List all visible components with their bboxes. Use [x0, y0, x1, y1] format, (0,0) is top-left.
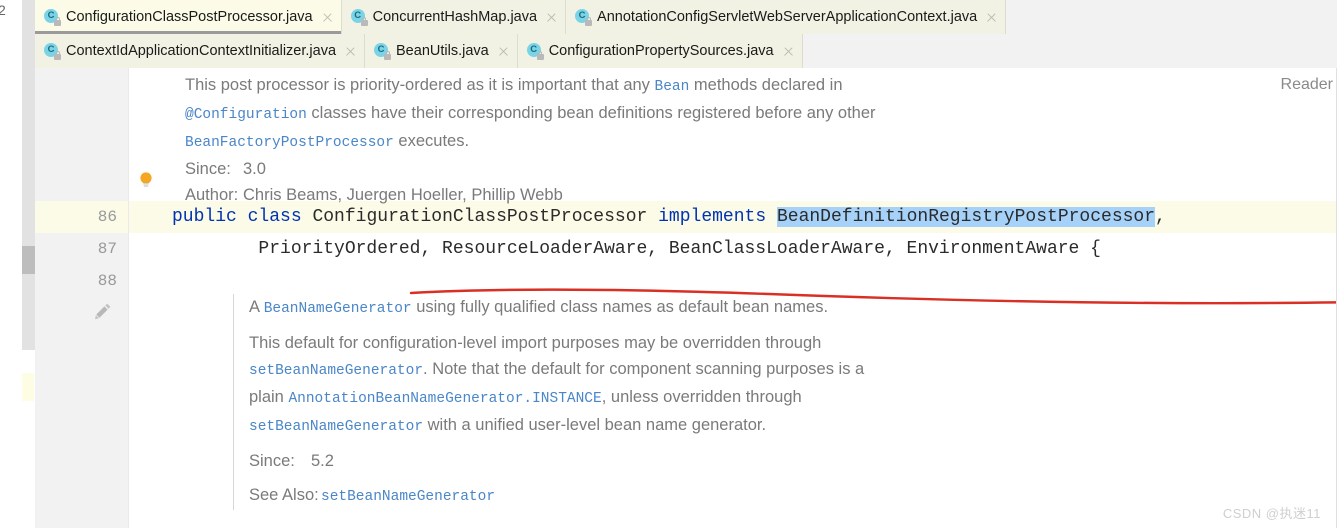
tab-label: ConfigurationClassPostProcessor.java	[66, 9, 313, 25]
lightbulb-icon[interactable]	[138, 171, 154, 189]
javadoc-summary-block: This post processor is priority-ordered …	[185, 72, 945, 208]
selected-identifier[interactable]: BeanDefinitionRegistryPostProcessor	[776, 207, 1156, 227]
javadoc-paragraph: This post processor is priority-ordered …	[185, 72, 945, 156]
line-number: 86	[97, 208, 117, 226]
javadoc-paragraph: A BeanNameGenerator using fully qualifie…	[249, 294, 869, 322]
see-also-link[interactable]: setBeanNameGenerator	[321, 489, 495, 505]
keyword-class: class	[247, 207, 302, 227]
javadoc-see-also-row: See Also: setBeanNameGenerator	[249, 482, 869, 510]
code-content-area[interactable]: This post processor is priority-ordered …	[129, 68, 1337, 528]
doc-code-link[interactable]: BeanFactoryPostProcessor	[185, 135, 394, 151]
tab-label: AnnotationConfigServletWebServerApplicat…	[597, 9, 978, 25]
tab-contextidapplicationcontextinitializer[interactable]: C ContextIdApplicationContextInitializer…	[35, 34, 366, 68]
since-label: Since:	[249, 452, 295, 470]
close-icon[interactable]	[545, 11, 558, 24]
doc-text: methods declared in	[689, 76, 843, 94]
tab-label: ConfigurationPropertySources.java	[548, 43, 774, 59]
doc-code-link[interactable]: setBeanNameGenerator	[249, 363, 423, 379]
doc-text: executes.	[393, 132, 470, 150]
java-class-icon: C	[44, 43, 61, 60]
doc-code: AnnotationBeanNameGenerator.INSTANCE	[288, 391, 602, 407]
close-icon[interactable]	[782, 45, 795, 58]
tab-concurrenthashmap[interactable]: C ConcurrentHashMap.java	[341, 0, 567, 34]
left-scrollbar-marker[interactable]	[22, 246, 35, 274]
editor-gutter[interactable]: 86 87 88	[35, 68, 129, 528]
doc-text: classes have their corresponding bean de…	[306, 104, 876, 122]
java-class-icon: C	[526, 43, 544, 60]
tab-row-2: C ContextIdApplicationContextInitializer…	[35, 34, 803, 68]
javadoc-member-block: A BeanNameGenerator using fully qualifie…	[233, 294, 869, 510]
doc-code-link[interactable]: setBeanNameGenerator	[249, 419, 423, 435]
doc-code-link[interactable]: Bean	[655, 79, 690, 95]
doc-text: A	[249, 298, 264, 316]
since-label: Since:	[185, 160, 231, 178]
javadoc-since-row: Since: 3.0	[185, 156, 945, 182]
close-icon[interactable]	[321, 11, 334, 24]
doc-text: This post processor is priority-ordered …	[185, 76, 655, 94]
java-class-icon: C	[374, 43, 392, 60]
keyword-implements: implements	[658, 207, 767, 227]
editor-tab-bar: C ConfigurationClassPostProcessor.java C…	[35, 0, 1337, 68]
tab-label: ConcurrentHashMap.java	[372, 9, 538, 25]
rail-clipped-text: 2	[0, 2, 6, 18]
tab-beanutils[interactable]: C BeanUtils.java	[365, 34, 518, 68]
pencil-icon[interactable]	[93, 301, 113, 321]
java-class-icon: C	[44, 9, 61, 26]
keyword-public: public	[172, 207, 237, 227]
tab-configurationpropertysources[interactable]: C ConfigurationPropertySources.java	[517, 34, 803, 68]
doc-text: using fully qualified class names as def…	[411, 298, 829, 316]
java-class-icon: C	[350, 9, 368, 26]
code-line-87[interactable]: PriorityOrdered, ResourceLoaderAware, Be…	[172, 233, 1101, 265]
doc-code: @Configuration	[185, 107, 307, 123]
class-name: ConfigurationClassPostProcessor	[312, 207, 648, 227]
since-value: 3.0	[243, 160, 266, 178]
see-also-label: See Also:	[249, 486, 319, 504]
watermark: CSDN @执迷11	[1222, 506, 1321, 521]
close-icon[interactable]	[344, 45, 357, 58]
close-icon[interactable]	[985, 11, 998, 24]
close-icon[interactable]	[497, 45, 510, 58]
tab-configurationclasspostprocessor[interactable]: C ConfigurationClassPostProcessor.java	[35, 0, 342, 34]
ide-window: 2 C ConfigurationClassPostProcessor.java…	[0, 0, 1337, 528]
line-number: 88	[97, 272, 117, 290]
tab-row-1: C ConfigurationClassPostProcessor.java C…	[35, 0, 1007, 34]
line-number: 87	[97, 240, 117, 258]
comma: ,	[1155, 207, 1166, 227]
doc-text: with a unified user-level bean name gene…	[423, 416, 767, 434]
tab-annotationconfigservletwebserverapplicationcontext[interactable]: C AnnotationConfigServletWebServerApplic…	[566, 0, 1007, 34]
code-editor[interactable]: 86 87 88 This post processor is priority…	[35, 68, 1337, 528]
javadoc-paragraph: This default for configuration-level imp…	[249, 330, 869, 440]
doc-code: BeanNameGenerator	[263, 301, 412, 317]
javadoc-since-row: Since: 5.2	[249, 448, 869, 474]
java-class-icon: C	[575, 9, 593, 26]
code-line-86[interactable]: public class ConfigurationClassPostProce…	[172, 201, 1166, 233]
doc-text: This default for configuration-level imp…	[249, 334, 822, 352]
reader-mode-label[interactable]: Reader	[1281, 76, 1333, 94]
left-rail: 2	[0, 0, 22, 528]
left-scrollbar-thumb[interactable]	[22, 0, 35, 350]
doc-text: , unless overridden through	[601, 388, 802, 406]
since-value: 5.2	[311, 452, 334, 470]
tab-label: ContextIdApplicationContextInitializer.j…	[66, 43, 337, 59]
tab-label: BeanUtils.java	[396, 43, 489, 59]
